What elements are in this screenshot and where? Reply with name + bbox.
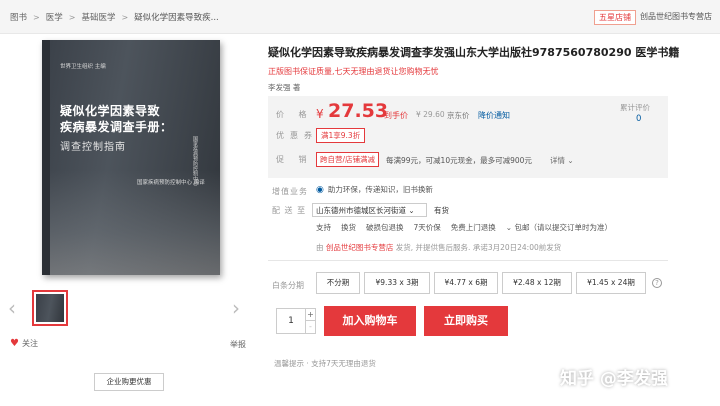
follow-label: 关注 <box>21 339 38 348</box>
quantity-stepper[interactable]: 1 + - <box>276 308 316 334</box>
help-icon[interactable]: ? <box>652 278 662 288</box>
promotion-text: 每满99元，可减10元现金，最多可减900元 <box>386 156 532 165</box>
chevron-right-icon: > <box>121 12 129 22</box>
jd-price-label: 京东价 <box>447 111 470 120</box>
installment-option-12[interactable]: ¥2.48 x 12期 <box>502 272 572 294</box>
value-added-service[interactable]: ◉ 助力环保，传递知识，旧书换新 <box>316 184 433 195</box>
corporate-purchase-button[interactable]: 企业购更优惠 <box>94 373 164 391</box>
service-item: 换货 <box>341 223 356 232</box>
quantity-decrease-button[interactable]: - <box>305 321 315 333</box>
coupon-tag[interactable]: 满1享9.3折 <box>316 128 366 143</box>
ship-by-line: 由 创品世纪图书专营店 发货, 并提供售后服务. 承诺3月20日24:00前发货 <box>316 242 561 253</box>
cover-subtitle: 调查控制指南 <box>60 142 126 153</box>
ship-shop-link[interactable]: 创品世纪图书专营店 <box>326 243 394 252</box>
promotion-tag: 跨自营/店铺满减 <box>316 152 380 167</box>
original-price: ¥ 29.60 <box>416 110 445 119</box>
divider <box>268 260 668 261</box>
address-value: 山东德州市德城区长河街道 <box>316 206 406 215</box>
promotion-detail-link[interactable]: 详情 ⌄ <box>550 155 574 166</box>
shop-name-link[interactable]: 创品世纪图书专营店 <box>640 11 712 22</box>
service-item: 破损包退换 <box>366 223 404 232</box>
installment-option-6[interactable]: ¥4.77 x 6期 <box>434 272 498 294</box>
recycle-icon: ◉ <box>316 184 324 195</box>
cover-title-line1: 疑似化学因素导致 <box>60 104 161 118</box>
breadcrumb-bar: 图书 > 医学 > 基础医学 > 疑似化学因素导致疾... 五星店铺 创品世纪图… <box>0 0 720 34</box>
chevron-down-icon: ⌄ <box>567 156 574 165</box>
installment-option-none[interactable]: 不分期 <box>316 272 360 294</box>
product-title: 疑似化学因素导致疾病暴发调查李发强山东大学出版社9787560780290 医学… <box>268 46 680 59</box>
breadcrumb-item-current: 疑似化学因素导致疾... <box>134 13 219 23</box>
address-select[interactable]: 山东德州市德城区长河街道 ⌄ <box>312 203 427 217</box>
cover-title-line2: 疾病暴发调查手册： <box>60 120 173 134</box>
promotion-label: 促 销 <box>276 155 313 164</box>
follow-button[interactable]: ♥ 关注 <box>10 338 38 349</box>
stock-status: 有货 <box>434 206 449 215</box>
installment-label: 白条分期 <box>272 281 304 290</box>
thumbnail-1[interactable] <box>32 290 68 326</box>
price-drop-notice-link[interactable]: 降价通知 <box>478 110 510 121</box>
final-price-label: 到手价 <box>384 111 408 120</box>
breadcrumb-item-books[interactable]: 图书 <box>10 11 27 23</box>
watermark: 知乎 @李发强 <box>560 369 668 389</box>
ship-prefix: 由 <box>316 243 324 252</box>
cover-publisher-line: 世界卫生组织 主编 <box>60 64 106 70</box>
value-added-label: 增值业务 <box>272 187 308 196</box>
service-list: 支持 换货 破损包退换 7天价保 免费上门退换 ⌄ 包邮（请以提交订单时为准） <box>316 222 612 233</box>
shop-rating-badge: 五星店铺 <box>594 10 636 25</box>
price-value: 27.53 <box>328 100 389 122</box>
service-item-shipping-label: 包邮（请以提交订单时为准） <box>514 223 612 232</box>
book-spine <box>42 40 50 275</box>
installment-option-24[interactable]: ¥1.45 x 24期 <box>576 272 646 294</box>
product-author[interactable]: 李发强 著 <box>268 82 300 93</box>
chevron-down-icon: ⌄ <box>408 206 415 215</box>
report-link[interactable]: 举报 <box>230 339 246 350</box>
chevron-down-icon: ⌄ <box>505 223 513 232</box>
heart-icon: ♥ <box>10 338 19 349</box>
chevron-right-icon[interactable]: › <box>232 296 240 320</box>
review-count[interactable]: 0 <box>636 114 641 124</box>
main-image: 世界卫生组织 主编 疑似化学因素导致 疾病暴发调查手册： 调查控制指南 国家疾病… <box>14 40 249 280</box>
breadcrumb-item-basic-medicine[interactable]: 基础医学 <box>81 11 115 23</box>
product-promo-text: 正版图书保证质量,七天无理由退货让您购物无忧 <box>268 67 439 76</box>
service-item: 免费上门退换 <box>450 223 496 232</box>
buy-now-button[interactable]: 立即购买 <box>424 306 508 336</box>
service-item: 7天价保 <box>413 223 441 232</box>
breadcrumb: 图书 > 医学 > 基础医学 > 疑似化学因素导致疾... <box>10 11 219 24</box>
breadcrumb-item-medicine[interactable]: 医学 <box>46 11 63 23</box>
quantity-input[interactable]: 1 <box>277 309 305 333</box>
quantity-increase-button[interactable]: + <box>305 309 315 321</box>
thumbnail-image <box>36 294 64 322</box>
add-to-cart-button[interactable]: 加入购物车 <box>324 306 416 336</box>
book-cover: 世界卫生组织 主编 疑似化学因素导致 疾病暴发调查手册： 调查控制指南 国家疾病… <box>42 40 220 275</box>
service-item-shipping[interactable]: ⌄ 包邮（请以提交订单时为准） <box>506 222 612 233</box>
value-added-text: 助力环保，传递知识，旧书换新 <box>327 185 433 194</box>
promotion-detail-label: 详情 <box>550 156 565 165</box>
review-label: 累计评价 <box>620 103 650 112</box>
chevron-left-icon[interactable]: ‹ <box>8 296 16 320</box>
purchase-tips: 温馨提示 · 支持7天无理由退货 <box>274 359 376 368</box>
coupon-label: 优惠券 <box>276 131 318 140</box>
installment-option-3[interactable]: ¥9.33 x 3期 <box>364 272 430 294</box>
ship-suffix: 发货, 并提供售后服务. 承诺3月20日24:00前发货 <box>395 243 562 252</box>
delivery-label: 配 送 至 <box>272 206 307 215</box>
price-label: 价 格 <box>276 110 313 119</box>
cover-side-text: 国家疾病预防控制中心 <box>192 136 198 186</box>
price-panel: 价 格 ¥ 27.53 到手价 ¥ 29.60 京东价 降价通知 累计评价 0 … <box>268 96 668 178</box>
service-item: 支持 <box>316 223 331 232</box>
chevron-right-icon: > <box>33 12 40 22</box>
currency-symbol: ¥ <box>316 107 324 121</box>
chevron-right-icon: > <box>68 12 76 22</box>
